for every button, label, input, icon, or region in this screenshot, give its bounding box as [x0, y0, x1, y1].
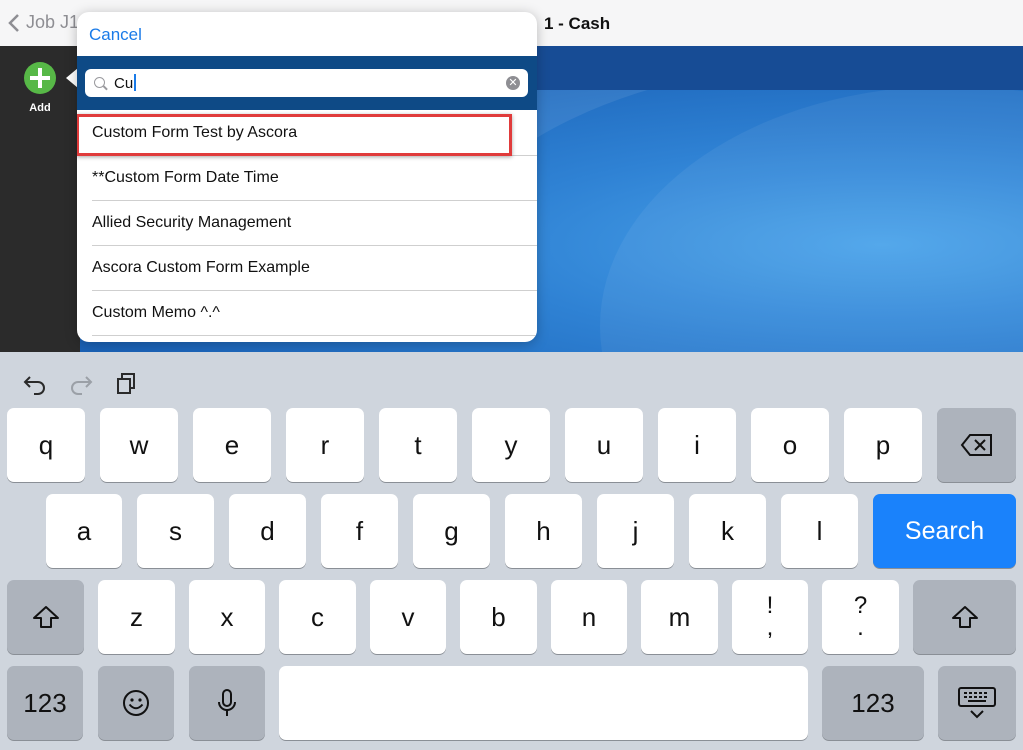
key-t[interactable]: t	[379, 408, 457, 482]
numbers-key-right[interactable]: 123	[822, 666, 924, 740]
key-m[interactable]: m	[641, 580, 718, 654]
clear-icon[interactable]: ✕	[506, 76, 520, 90]
search-key[interactable]: Search	[873, 494, 1016, 568]
cancel-button[interactable]: Cancel	[89, 25, 142, 45]
keyboard: q w e r t y u i o p a s d f g h j k l Se…	[0, 352, 1023, 750]
key-l[interactable]: l	[781, 494, 858, 568]
chevron-left-icon	[8, 13, 19, 32]
results-list: Custom Form Test by Ascora **Custom Form…	[77, 111, 537, 336]
key-h[interactable]: h	[505, 494, 582, 568]
search-input[interactable]: Cu ✕	[85, 69, 528, 97]
hide-keyboard-key[interactable]	[938, 666, 1016, 740]
key-n[interactable]: n	[551, 580, 627, 654]
key-question-period[interactable]: ?.	[822, 580, 899, 654]
shift-key-right[interactable]	[913, 580, 1016, 654]
key-g[interactable]: g	[413, 494, 490, 568]
emoji-key[interactable]	[98, 666, 174, 740]
key-o[interactable]: o	[751, 408, 829, 482]
search-bar: Cu ✕	[77, 56, 537, 110]
key-z[interactable]: z	[98, 580, 175, 654]
list-item[interactable]: Custom Form Test by Ascora	[92, 111, 537, 156]
back-button[interactable]: Job J1	[8, 12, 79, 33]
list-item-label: Custom Form Test by Ascora	[92, 124, 298, 141]
back-label: Job J1	[26, 12, 80, 32]
key-y[interactable]: y	[472, 408, 550, 482]
emoji-icon	[123, 690, 149, 716]
dictation-key[interactable]	[189, 666, 265, 740]
shift-icon	[32, 606, 59, 628]
search-icon	[94, 77, 105, 88]
key-bottom-char: .	[857, 614, 864, 641]
list-item-label: Ascora Custom Form Example	[92, 259, 310, 276]
list-item[interactable]: Allied Security Management	[92, 201, 537, 246]
text-caret	[134, 74, 137, 91]
key-f[interactable]: f	[321, 494, 398, 568]
key-d[interactable]: d	[229, 494, 306, 568]
key-exclamation-comma[interactable]: !,	[732, 580, 808, 654]
redo-icon[interactable]	[68, 370, 94, 396]
key-k[interactable]: k	[689, 494, 766, 568]
add-icon[interactable]	[24, 62, 56, 94]
key-b[interactable]: b	[460, 580, 537, 654]
hide-keyboard-icon	[958, 687, 996, 719]
shift-key[interactable]	[7, 580, 84, 654]
key-x[interactable]: x	[189, 580, 265, 654]
shift-icon	[951, 606, 978, 628]
add-label: Add	[29, 102, 51, 114]
key-v[interactable]: v	[370, 580, 446, 654]
numbers-key[interactable]: 123	[7, 666, 83, 740]
key-r[interactable]: r	[286, 408, 364, 482]
list-item-label: Custom Memo ^.^	[92, 304, 220, 321]
search-popover: Cancel Cu ✕ Custom Form Test by Ascora *…	[77, 12, 537, 342]
list-item[interactable]: Ascora Custom Form Example	[92, 246, 537, 291]
key-q[interactable]: q	[7, 408, 85, 482]
key-u[interactable]: u	[565, 408, 643, 482]
backspace-icon	[960, 434, 992, 456]
microphone-icon	[218, 689, 236, 716]
key-w[interactable]: w	[100, 408, 178, 482]
sidebar: Add	[0, 46, 80, 352]
list-item-label: Allied Security Management	[92, 214, 292, 231]
key-c[interactable]: c	[279, 580, 356, 654]
backspace-key[interactable]	[937, 408, 1016, 482]
key-j[interactable]: j	[597, 494, 674, 568]
space-key[interactable]	[279, 666, 808, 740]
key-p[interactable]: p	[844, 408, 922, 482]
list-item[interactable]: **Custom Form Date Time	[92, 156, 537, 201]
key-a[interactable]: a	[46, 494, 122, 568]
key-s[interactable]: s	[137, 494, 214, 568]
page-title: 1 - Cash	[544, 14, 611, 33]
list-item-label: **Custom Form Date Time	[92, 169, 279, 186]
search-value: Cu	[114, 75, 134, 92]
key-i[interactable]: i	[658, 408, 736, 482]
key-e[interactable]: e	[193, 408, 271, 482]
key-bottom-char: ,	[766, 614, 774, 641]
paste-icon[interactable]	[114, 370, 140, 396]
list-item[interactable]: Custom Memo ^.^	[92, 291, 537, 336]
undo-icon[interactable]	[22, 370, 48, 396]
